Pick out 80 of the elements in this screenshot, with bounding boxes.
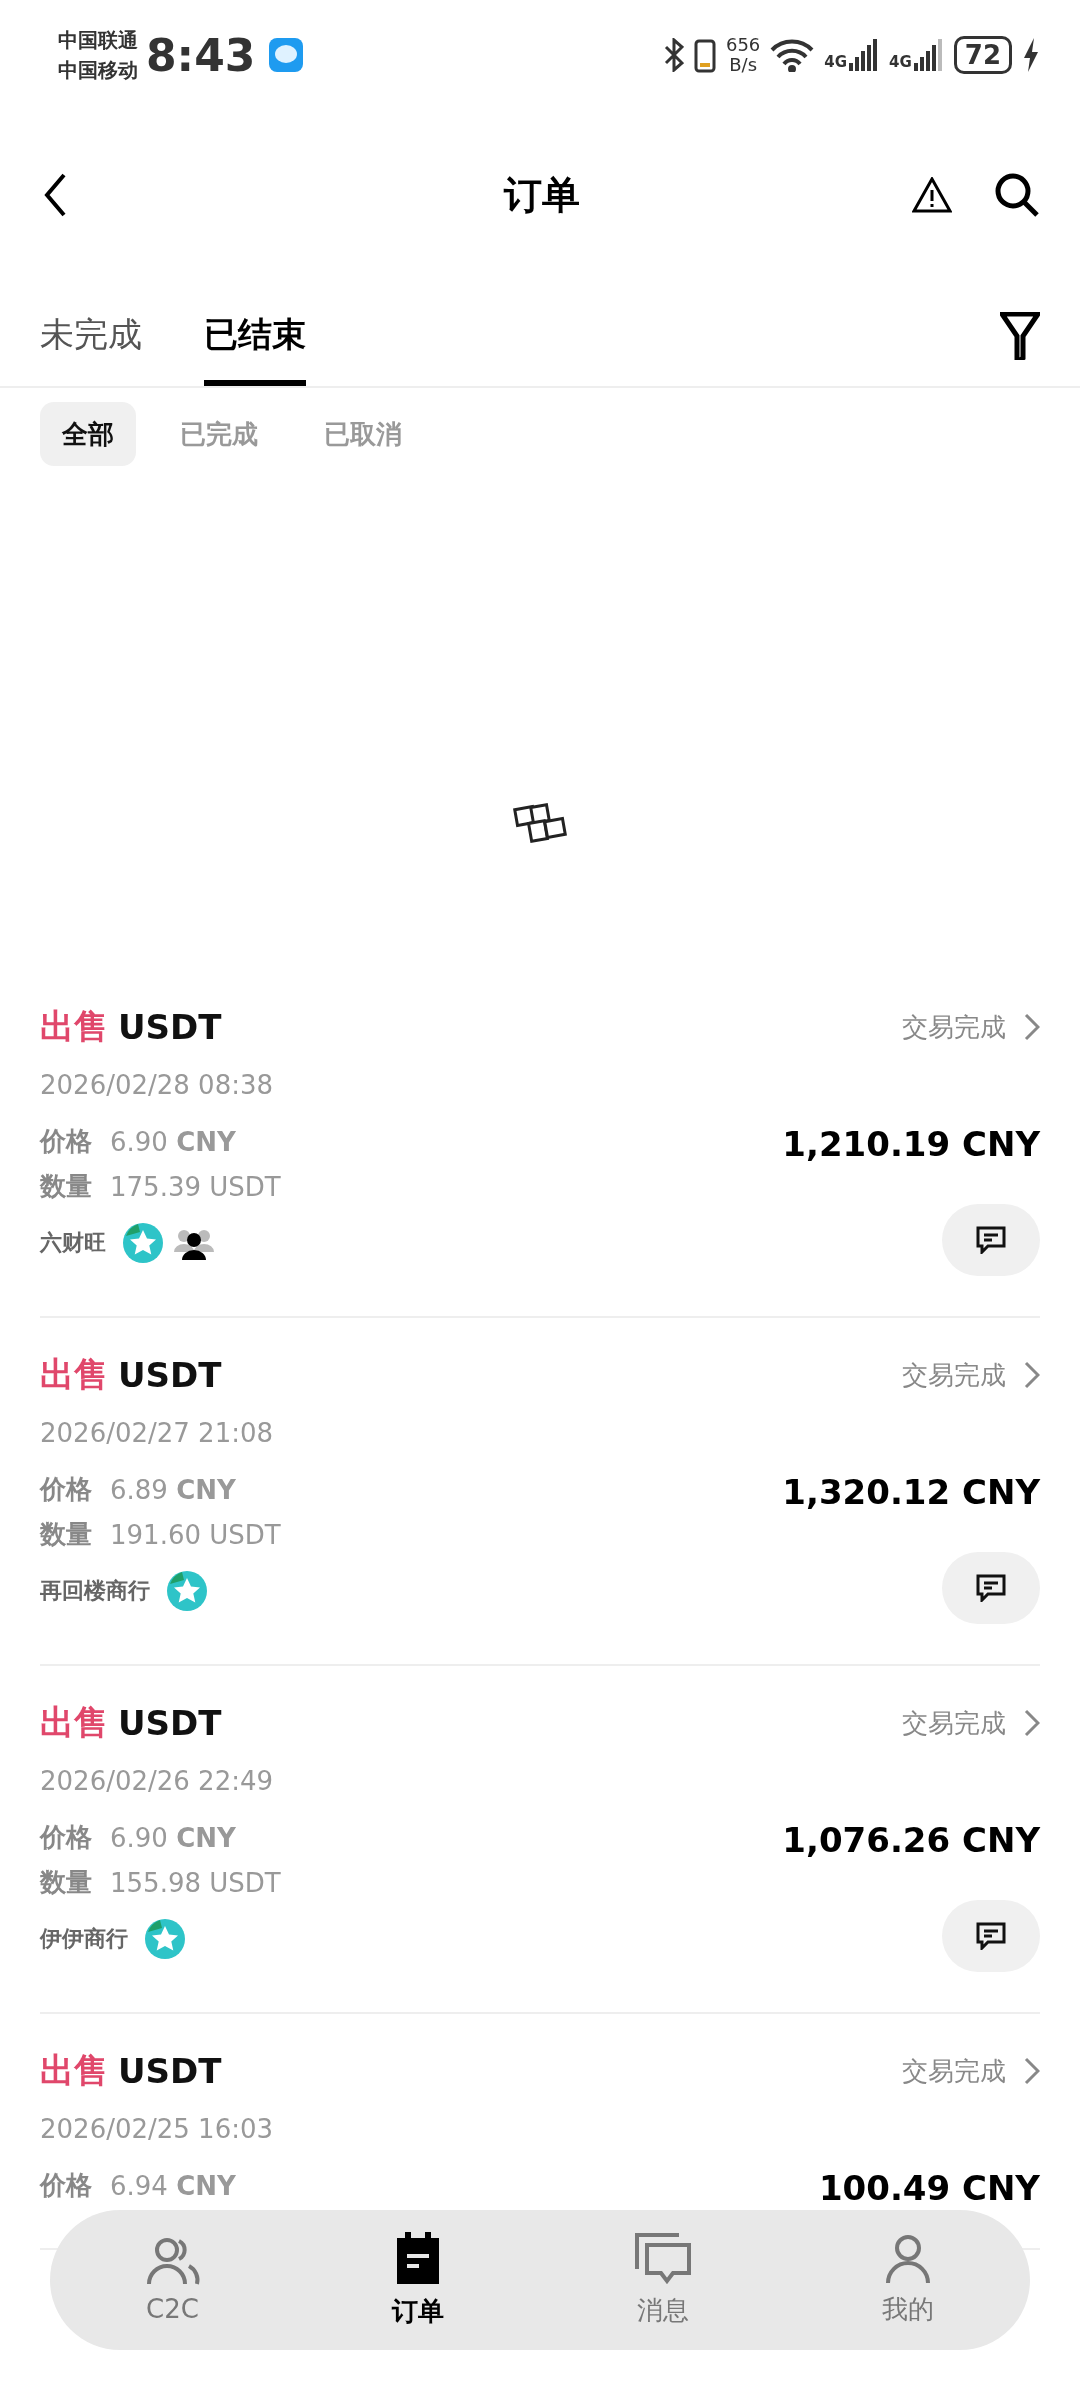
network-speed: B/s: [729, 55, 758, 75]
signal-icon: [913, 39, 944, 71]
price-value: 6.90 CNY: [110, 1822, 236, 1853]
bluetooth-icon: [663, 38, 684, 72]
chevron-icon: [1024, 1709, 1040, 1737]
warning-icon[interactable]: [912, 177, 952, 213]
quantity-value: 191.60 USDT: [110, 1519, 281, 1550]
asset-name: USDT: [118, 1355, 222, 1395]
order-status-link[interactable]: 交易完成: [902, 2053, 1040, 2089]
quantity-label: 数量: [40, 1866, 92, 1899]
price-label: 价格: [40, 1125, 92, 1158]
order-status-link[interactable]: 交易完成: [902, 1009, 1040, 1045]
asset-name: USDT: [118, 2051, 222, 2091]
price-label: 价格: [40, 1821, 92, 1854]
message-app-icon: [269, 38, 304, 72]
order-date: 2026/02/28 08:38: [40, 1070, 275, 1100]
people-icon: [144, 2236, 201, 2286]
merchant-name: 六财旺: [40, 1229, 106, 1257]
filter-chip[interactable]: 已取消: [302, 402, 424, 466]
asset-name: USDT: [118, 1007, 222, 1047]
chevron-icon: [1024, 1013, 1040, 1041]
page-title: 订单: [504, 171, 580, 219]
message-icon: [976, 1922, 1006, 1950]
back-icon[interactable]: [44, 173, 68, 217]
carrier-name: 中国联通: [58, 27, 138, 54]
nav-item[interactable]: 我的: [785, 2232, 1030, 2328]
chevron-icon: [1024, 1361, 1040, 1389]
nav-item[interactable]: 消息: [540, 2231, 785, 2329]
clipboard-icon: [394, 2231, 441, 2286]
star-badge-icon: [122, 1222, 164, 1264]
quantity-label: 数量: [40, 1170, 92, 1203]
price-label: 价格: [40, 1473, 92, 1506]
quantity-value: 155.98 USDT: [110, 1867, 281, 1898]
price-value: 6.94 CNY: [110, 2170, 236, 2201]
network-type: 4G: [889, 53, 912, 71]
carrier-name: 中国移动: [58, 57, 138, 84]
order-side: 出售: [40, 1005, 108, 1048]
price-value: 6.89 CNY: [110, 1474, 236, 1505]
filter-chip[interactable]: 已完成: [158, 402, 280, 466]
order-total: 1,076.26 CNY: [782, 1820, 1040, 1860]
signal-icon: [849, 39, 880, 71]
battery-level: 72: [953, 36, 1012, 74]
price-label: 价格: [40, 2169, 92, 2202]
order-side: 出售: [40, 1701, 108, 1744]
price-value: 6.90 CNY: [110, 1126, 236, 1157]
message-icon: [976, 1574, 1006, 1602]
order-total: 1,320.12 CNY: [782, 1472, 1040, 1512]
order-total: 1,210.19 CNY: [782, 1124, 1040, 1164]
asset-name: USDT: [118, 1703, 222, 1743]
chevron-icon: [1024, 2057, 1040, 2085]
person-icon: [884, 2233, 931, 2284]
clock: 8:43: [146, 29, 256, 81]
order-status-link[interactable]: 交易完成: [902, 1705, 1040, 1741]
wifi-icon: [770, 38, 815, 72]
phone-battery-icon: [693, 37, 716, 73]
filter-chip[interactable]: 全部: [40, 402, 136, 466]
search-icon[interactable]: [994, 172, 1040, 218]
quantity-label: 数量: [40, 1518, 92, 1551]
order-side: 出售: [40, 2049, 108, 2092]
order-tab[interactable]: 已结束: [204, 312, 306, 386]
chat-icon: [634, 2232, 691, 2285]
order-date: 2026/02/25 16:03: [40, 2114, 275, 2144]
quantity-value: 175.39 USDT: [110, 1171, 281, 1202]
order-tab[interactable]: 未完成: [40, 312, 142, 386]
merchant-name: 伊伊商行: [40, 1925, 128, 1953]
order-total: 100.49 CNY: [818, 2168, 1040, 2208]
order-date: 2026/02/26 22:49: [40, 1766, 275, 1796]
order-date: 2026/02/27 21:08: [40, 1418, 275, 1448]
network-type: 4G: [824, 53, 848, 71]
order-side: 出售: [40, 1353, 108, 1396]
nav-item[interactable]: C2C: [50, 2235, 295, 2325]
star-badge-icon: [166, 1570, 208, 1612]
order-status-link[interactable]: 交易完成: [902, 1357, 1040, 1393]
filter-icon[interactable]: [1000, 312, 1040, 360]
charging-icon: [1022, 38, 1040, 72]
nav-item[interactable]: 订单: [295, 2230, 540, 2330]
message-icon: [976, 1226, 1006, 1254]
star-badge-icon: [144, 1918, 186, 1960]
merchant-name: 再回楼商行: [40, 1577, 150, 1605]
network-speed: 656: [725, 35, 761, 55]
